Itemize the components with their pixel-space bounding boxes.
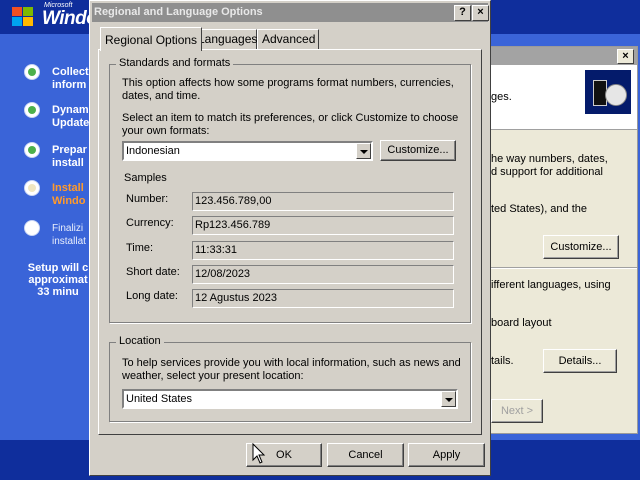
text-fragment: tails. bbox=[491, 355, 514, 367]
close-icon[interactable]: × bbox=[472, 5, 489, 21]
step-label: Prepar install bbox=[52, 144, 87, 169]
header-text-fragment: ges. bbox=[491, 91, 512, 103]
sample-value-number: 123.456.789,00 bbox=[192, 192, 454, 211]
details-button[interactable]: Details... bbox=[543, 349, 617, 373]
step-label: Collect inform bbox=[52, 66, 89, 91]
text-fragment: he way numbers, dates, bbox=[491, 153, 608, 165]
background-window-titlebar: × bbox=[491, 47, 637, 65]
setup-step: Collect inform bbox=[24, 62, 94, 92]
sample-label-short-date: Short date: bbox=[126, 266, 180, 278]
sample-value-time: 11:33:31 bbox=[192, 241, 454, 260]
step-active-icon bbox=[24, 180, 40, 196]
sample-value-long-date: 12 Agustus 2023 bbox=[192, 289, 454, 308]
setup-step: Prepar install bbox=[24, 140, 94, 170]
background-wizard-window: × ges. he way numbers, dates, d support … bbox=[490, 46, 638, 434]
time-remaining: Setup will c approximat 33 minu bbox=[27, 262, 89, 298]
standards-description: This option affects how some programs fo… bbox=[122, 77, 454, 102]
step-label: Finalizi installat bbox=[52, 223, 86, 247]
tab-languages[interactable]: Languages bbox=[193, 29, 257, 49]
sample-value-short-date: 12/08/2023 bbox=[192, 265, 454, 284]
tab-advanced[interactable]: Advanced bbox=[257, 29, 319, 49]
step-done-icon bbox=[24, 64, 40, 80]
help-icon[interactable]: ? bbox=[454, 5, 471, 21]
background-window-header: ges. bbox=[491, 65, 637, 130]
sample-value-currency: Rp123.456.789 bbox=[192, 216, 454, 235]
windows-flag-icon bbox=[12, 7, 34, 27]
setup-step-active: Install Windo bbox=[24, 178, 94, 208]
step-pending-icon bbox=[24, 220, 40, 236]
location-description: To help services provide you with local … bbox=[122, 357, 461, 382]
step-done-icon bbox=[24, 102, 40, 118]
customize-button[interactable]: Customize... bbox=[380, 140, 456, 161]
sample-label-time: Time: bbox=[126, 242, 154, 254]
windows-logo: Microsoft Windo bbox=[8, 2, 98, 32]
sample-label-long-date: Long date: bbox=[126, 290, 178, 302]
close-icon[interactable]: × bbox=[617, 49, 634, 64]
group-title: Standards and formats bbox=[116, 57, 234, 69]
format-select-value: Indonesian bbox=[126, 145, 180, 157]
location-select-value: United States bbox=[126, 393, 193, 405]
tab-regional-options[interactable]: Regional Options bbox=[100, 27, 203, 51]
cancel-button[interactable]: Cancel bbox=[327, 443, 404, 467]
customize-button[interactable]: Customize... bbox=[543, 235, 619, 259]
sample-label-currency: Currency: bbox=[126, 217, 174, 229]
cd-box-icon bbox=[585, 70, 631, 114]
step-label: Install Windo bbox=[52, 182, 86, 207]
sample-label-number: Number: bbox=[126, 193, 169, 205]
text-fragment: board layout bbox=[491, 317, 552, 329]
samples-title: Samples bbox=[124, 172, 167, 184]
chevron-down-icon[interactable] bbox=[356, 143, 371, 159]
divider bbox=[491, 267, 637, 269]
text-fragment: ifferent languages, using bbox=[491, 279, 611, 291]
next-button[interactable]: Next > bbox=[491, 399, 543, 423]
setup-step-pending: Finalizi installat bbox=[24, 218, 94, 248]
dialog-titlebar[interactable]: Regional and Language Options ? × bbox=[92, 3, 489, 22]
setup-step: Dynam Update bbox=[24, 100, 94, 130]
regional-language-dialog: Regional and Language Options ? × Region… bbox=[89, 0, 491, 476]
text-fragment: ted States), and the bbox=[491, 203, 588, 215]
standards-instruction: Select an item to match its preferences,… bbox=[122, 112, 459, 137]
group-title: Location bbox=[116, 335, 164, 347]
step-label: Dynam Update bbox=[52, 104, 90, 129]
apply-button[interactable]: Apply bbox=[408, 443, 485, 467]
format-select[interactable]: Indonesian bbox=[122, 141, 373, 161]
mouse-cursor-icon bbox=[252, 443, 266, 464]
text-fragment: d support for additional bbox=[491, 166, 603, 178]
step-done-icon bbox=[24, 142, 40, 158]
location-select[interactable]: United States bbox=[122, 389, 458, 409]
chevron-down-icon[interactable] bbox=[441, 391, 456, 407]
dialog-title: Regional and Language Options bbox=[94, 6, 263, 18]
